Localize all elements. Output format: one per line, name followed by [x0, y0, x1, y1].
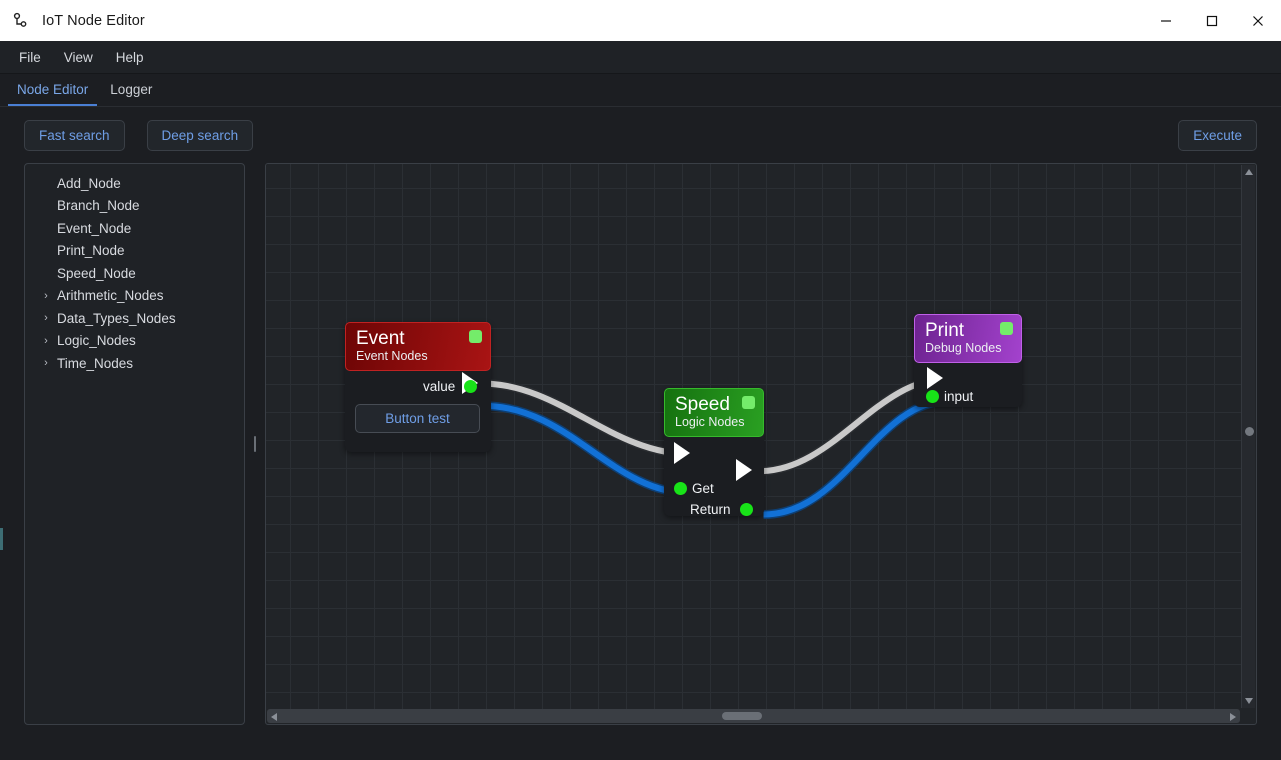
node-speed-get-input-port[interactable]: [674, 482, 687, 495]
window-title: IoT Node Editor: [42, 12, 145, 29]
node-print-input-label: input: [944, 389, 974, 404]
node-speed-output-label: Return: [690, 502, 731, 517]
node-print-subtitle: Debug Nodes: [925, 341, 1002, 355]
node-print[interactable]: Print Debug Nodes input: [914, 314, 1022, 407]
scroll-up-icon[interactable]: [1245, 169, 1253, 175]
close-button[interactable]: [1235, 0, 1281, 41]
node-event-value-output-port[interactable]: [464, 380, 477, 393]
tree-item-branch-node[interactable]: › Branch_Node: [25, 195, 244, 218]
node-graph-canvas[interactable]: Event Event Nodes value Button test Spee…: [265, 163, 1257, 725]
node-status-badge[interactable]: [1000, 322, 1013, 335]
tree-item-label: Time_Nodes: [57, 355, 134, 371]
canvas-vertical-scrollbar[interactable]: [1241, 165, 1255, 708]
tree-item-label: Branch_Node: [57, 198, 140, 214]
node-event-title: Event: [356, 328, 405, 349]
menu-item-help[interactable]: Help: [106, 45, 154, 70]
execute-button[interactable]: Execute: [1178, 119, 1257, 151]
chevron-right-icon[interactable]: ›: [35, 290, 57, 302]
window-controls: [1143, 0, 1281, 41]
node-status-badge[interactable]: [469, 330, 482, 343]
node-speed-subtitle: Logic Nodes: [675, 415, 745, 429]
scroll-down-icon[interactable]: [1245, 698, 1253, 704]
left-edge-marker: [0, 528, 3, 550]
canvas-horizontal-scrollbar[interactable]: [267, 709, 1240, 723]
node-print-exec-input[interactable]: [927, 367, 943, 389]
node-speed-return-output-port[interactable]: [740, 503, 753, 516]
scroll-left-icon[interactable]: [271, 713, 277, 721]
tree-item-label: Event_Node: [57, 220, 132, 236]
tree-item-label: Add_Node: [57, 175, 121, 191]
chevron-right-icon[interactable]: ›: [35, 357, 57, 369]
horizontal-scroll-thumb[interactable]: [722, 712, 762, 720]
tree-item-arithmetic-nodes[interactable]: › Arithmetic_Nodes: [25, 285, 244, 308]
close-icon: [1253, 15, 1263, 26]
menu-bar: File View Help: [0, 41, 1281, 74]
deep-search-button[interactable]: Deep search: [146, 119, 254, 151]
node-event-header[interactable]: Event Event Nodes: [345, 322, 491, 371]
tree-item-label: Arithmetic_Nodes: [57, 288, 164, 304]
tree-item-add-node[interactable]: › Add_Node: [25, 172, 244, 195]
toolbar-right-group: Execute: [1178, 119, 1257, 151]
fast-search-button[interactable]: Fast search: [24, 119, 125, 151]
chevron-right-icon[interactable]: ›: [35, 312, 57, 324]
node-print-title: Print: [925, 320, 965, 341]
node-status-badge[interactable]: [742, 396, 755, 409]
node-speed-header[interactable]: Speed Logic Nodes: [664, 388, 764, 437]
chevron-right-icon[interactable]: ›: [35, 335, 57, 347]
vertical-scroll-thumb[interactable]: [1245, 427, 1254, 436]
splitter-grip: [254, 436, 256, 452]
tree-item-data-types-nodes[interactable]: › Data_Types_Nodes: [25, 307, 244, 330]
tree-item-logic-nodes[interactable]: › Logic_Nodes: [25, 330, 244, 353]
menu-item-view[interactable]: View: [54, 45, 103, 70]
title-bar: IoT Node Editor: [0, 0, 1281, 41]
minimize-button[interactable]: [1143, 0, 1189, 41]
maximize-icon: [1206, 15, 1218, 26]
tab-bar: Node Editor Logger: [0, 74, 1281, 107]
toolbar-left-group: Fast search Deep search: [24, 119, 254, 151]
title-bar-left: IoT Node Editor: [0, 12, 145, 30]
toolbar: Fast search Deep search Execute: [0, 107, 1281, 163]
tree-item-speed-node[interactable]: › Speed_Node: [25, 262, 244, 285]
tab-node-editor[interactable]: Node Editor: [8, 77, 98, 106]
tree-item-event-node[interactable]: › Event_Node: [25, 217, 244, 240]
node-event-subtitle: Event Nodes: [356, 349, 428, 363]
node-editor-icon: [12, 12, 30, 30]
menu-item-file[interactable]: File: [9, 45, 51, 70]
main-area: › Add_Node › Branch_Node › Event_Node › …: [0, 163, 1281, 725]
minimize-icon: [1161, 19, 1171, 22]
tree-item-print-node[interactable]: › Print_Node: [25, 240, 244, 263]
node-speed-exec-input[interactable]: [674, 442, 690, 464]
tree-item-label: Logic_Nodes: [57, 333, 136, 349]
maximize-button[interactable]: [1189, 0, 1235, 41]
node-speed[interactable]: Speed Logic Nodes Get Return: [664, 388, 764, 517]
tree-item-label: Data_Types_Nodes: [57, 310, 176, 326]
node-speed-input-label: Get: [692, 481, 714, 496]
scroll-right-icon[interactable]: [1230, 713, 1236, 721]
panel-splitter[interactable]: [245, 163, 265, 725]
tree-item-label: Speed_Node: [57, 265, 136, 281]
node-library-tree[interactable]: › Add_Node › Branch_Node › Event_Node › …: [24, 163, 245, 725]
node-event-output-label: value: [423, 379, 456, 394]
tree-item-label: Print_Node: [57, 243, 125, 259]
node-print-header[interactable]: Print Debug Nodes: [914, 314, 1022, 363]
node-print-input-port[interactable]: [926, 390, 939, 403]
node-event[interactable]: Event Event Nodes value Button test: [345, 322, 491, 452]
node-speed-exec-output[interactable]: [736, 459, 752, 481]
tree-item-time-nodes[interactable]: › Time_Nodes: [25, 352, 244, 375]
tab-logger[interactable]: Logger: [101, 77, 161, 106]
node-event-test-button[interactable]: Button test: [355, 404, 480, 433]
